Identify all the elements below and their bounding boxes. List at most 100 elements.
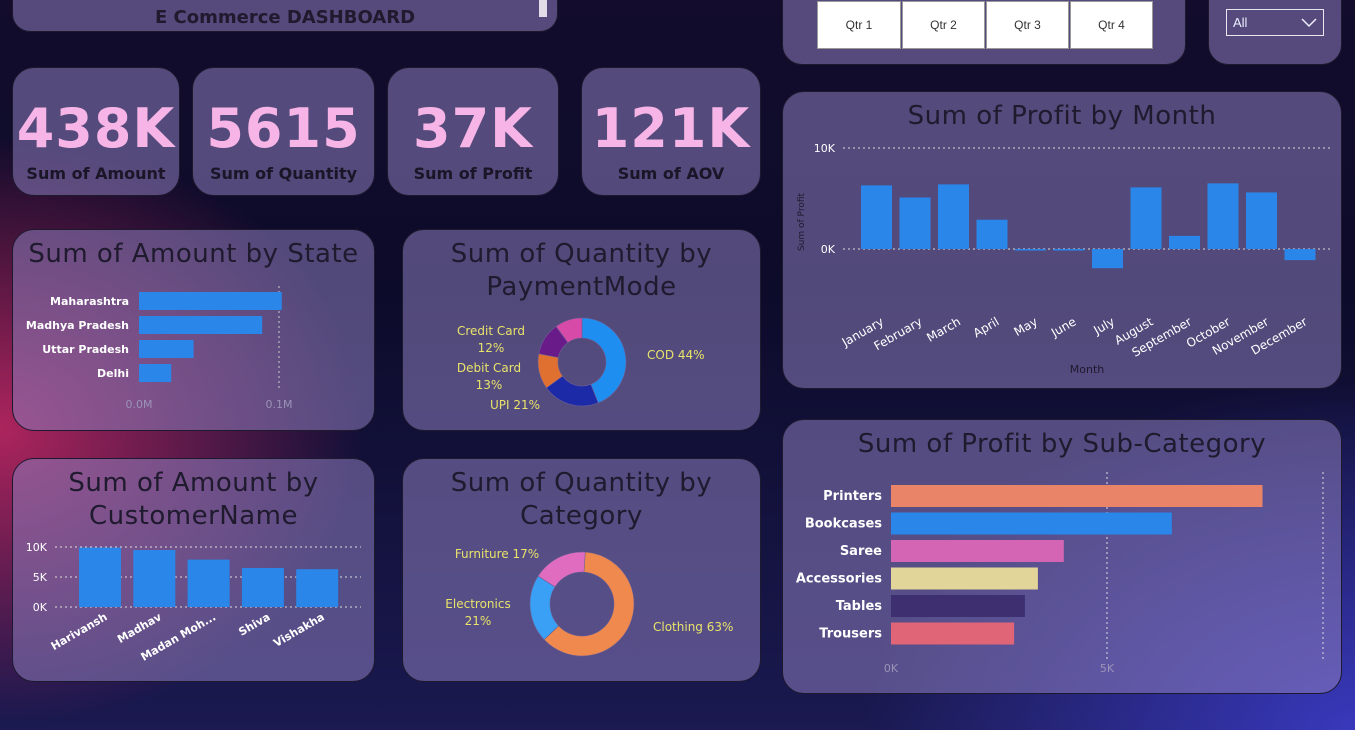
slice-label: Credit Card: [457, 324, 525, 338]
kpi-label: Sum of AOV: [617, 164, 725, 183]
bar: [899, 197, 931, 249]
bar: [1246, 192, 1277, 249]
kpi-value: 121K: [591, 97, 751, 160]
category-label: Madhav: [115, 610, 164, 646]
category-label: Saree: [840, 544, 882, 559]
category-chart: Clothing 63% Electronics 21% Furniture 17%: [445, 547, 733, 657]
slice-label: Debit Card: [457, 361, 521, 375]
category-label: Accessories: [796, 572, 882, 587]
category-label: Delhi: [97, 367, 129, 380]
title-banner: E Commerce DASHBOARD: [12, 0, 558, 32]
y-tick-label: 0K: [33, 601, 48, 614]
y-tick-label: 0K: [821, 243, 836, 256]
payment-chart-card: Sum of Quantity by PaymentMode COD 44% UP…: [402, 229, 761, 431]
bar: [241, 568, 284, 607]
bar: [1284, 249, 1316, 261]
bar: [861, 185, 892, 249]
y-tick-label: 10K: [26, 541, 48, 554]
category-label: Tables: [836, 599, 883, 614]
slice-label: 12%: [478, 341, 505, 355]
category-label: Vishakha: [271, 610, 326, 649]
slice-label: UPI 21%: [490, 398, 540, 412]
slice-label: 21%: [465, 614, 492, 628]
x-tick-label: 5K: [1100, 662, 1115, 675]
month-chart-card: Sum of Profit by Month 10K 0K Sum of Profi…: [782, 91, 1342, 389]
chevron-down-icon: [1301, 18, 1317, 28]
bar: [139, 340, 194, 358]
bar: [1130, 187, 1162, 249]
bar: [139, 316, 263, 334]
y-tick-label: 5K: [33, 571, 48, 584]
bar: [938, 184, 969, 249]
slice-label: 13%: [476, 378, 503, 392]
category-chart-card: Sum of Quantity by Category Clothing 63%…: [402, 458, 761, 682]
payment-chart: COD 44% UPI 21% Debit Card 13% Credit Card 12…: [457, 317, 705, 412]
y-axis-title: Sum of Profit: [797, 193, 807, 252]
customer-chart: 10K5K0KHarivansh MadhavMadan Moh... ShivaV…: [26, 541, 361, 664]
bar: [79, 547, 121, 607]
scrollbar-thumb[interactable]: [539, 0, 547, 17]
kpi-value: 37K: [413, 97, 533, 160]
slice-label: COD 44%: [647, 348, 705, 362]
category-label: Harivansh: [49, 610, 110, 653]
customer-chart-card: Sum of Amount by CustomerName 10K 5K 0K Har…: [12, 458, 375, 682]
bar: [133, 550, 176, 607]
bar: [187, 559, 230, 607]
bar: [976, 219, 1008, 249]
category-label: Shiva: [236, 610, 272, 638]
qtr-3-button[interactable]: Qtr 3: [986, 1, 1069, 49]
x-tick-label: 0.0M: [126, 398, 153, 411]
category-label: Printers: [823, 489, 882, 504]
kpi-label: Sum of Amount: [26, 164, 166, 183]
kpi-value: 438K: [16, 97, 176, 160]
bar: [296, 569, 339, 607]
bar: [891, 622, 1015, 645]
kpi-value: 5615: [206, 97, 361, 160]
bar: [1169, 235, 1200, 249]
bar: [891, 540, 1064, 562]
quarter-buttons: Qtr 1 Qtr 2 Qtr 3 Qtr 4: [817, 1, 1153, 49]
subcat-chart: Printers Bookcases Saree Accessories Tables T…: [796, 472, 1324, 675]
kpi-card-quantity: 5615 Sum of Quantity: [192, 67, 375, 196]
kpi-label: Sum of Quantity: [209, 164, 358, 183]
bar: [891, 512, 1172, 535]
bar: [1015, 249, 1046, 251]
dropdown-value: All: [1233, 15, 1248, 30]
category-label: Maharashtra: [50, 295, 129, 308]
bar: [891, 595, 1025, 617]
bar: [891, 485, 1263, 507]
x-axis-title: Month: [1070, 363, 1105, 376]
slice-label: Electronics: [445, 597, 510, 611]
kpi-card-amount: 438K Sum of Amount: [12, 67, 180, 196]
month-chart: 10K0KSum of ProfitJanuaryFebruary March Ap…: [797, 142, 1331, 376]
qtr-2-button[interactable]: Qtr 2: [902, 1, 985, 49]
page-title: E Commerce DASHBOARD: [154, 7, 416, 28]
x-tick-label: March: [924, 314, 963, 344]
bar: [139, 292, 282, 310]
bar: [139, 364, 172, 382]
qtr-4-button[interactable]: Qtr 4: [1070, 1, 1153, 49]
bar: [1092, 249, 1123, 269]
state-chart-card: Sum of Amount by State Maharashtra Madhya…: [12, 229, 375, 431]
bar: [1207, 183, 1239, 249]
x-tick-label: 0.1M: [266, 398, 293, 411]
state-chart: Maharashtra Madhya Pradesh Uttar Pradesh De…: [26, 286, 293, 411]
quarter-slicer: Qtr 1 Qtr 2 Qtr 3 Qtr 4: [782, 0, 1186, 65]
x-tick-label: May: [1012, 314, 1040, 339]
subcat-chart-card: Sum of Profit by Sub-Category Printers Bo…: [782, 419, 1342, 694]
kpi-card-profit: 37K Sum of Profit: [387, 67, 559, 196]
slice-label: Furniture 17%: [455, 547, 539, 561]
bar: [1053, 249, 1085, 251]
category-label: Uttar Pradesh: [42, 343, 129, 356]
slice-label: Clothing 63%: [653, 620, 733, 634]
category-label: Bookcases: [805, 517, 882, 532]
filter-dropdown[interactable]: All: [1226, 9, 1324, 36]
category-label: Trousers: [819, 627, 882, 642]
x-tick-label: April: [971, 314, 1002, 340]
qtr-1-button[interactable]: Qtr 1: [817, 1, 901, 49]
kpi-card-aov: 121K Sum of AOV: [581, 67, 761, 196]
filter-slicer: All: [1208, 0, 1342, 65]
kpi-label: Sum of Profit: [413, 164, 533, 183]
y-tick-label: 10K: [814, 142, 836, 155]
bar: [891, 567, 1038, 590]
